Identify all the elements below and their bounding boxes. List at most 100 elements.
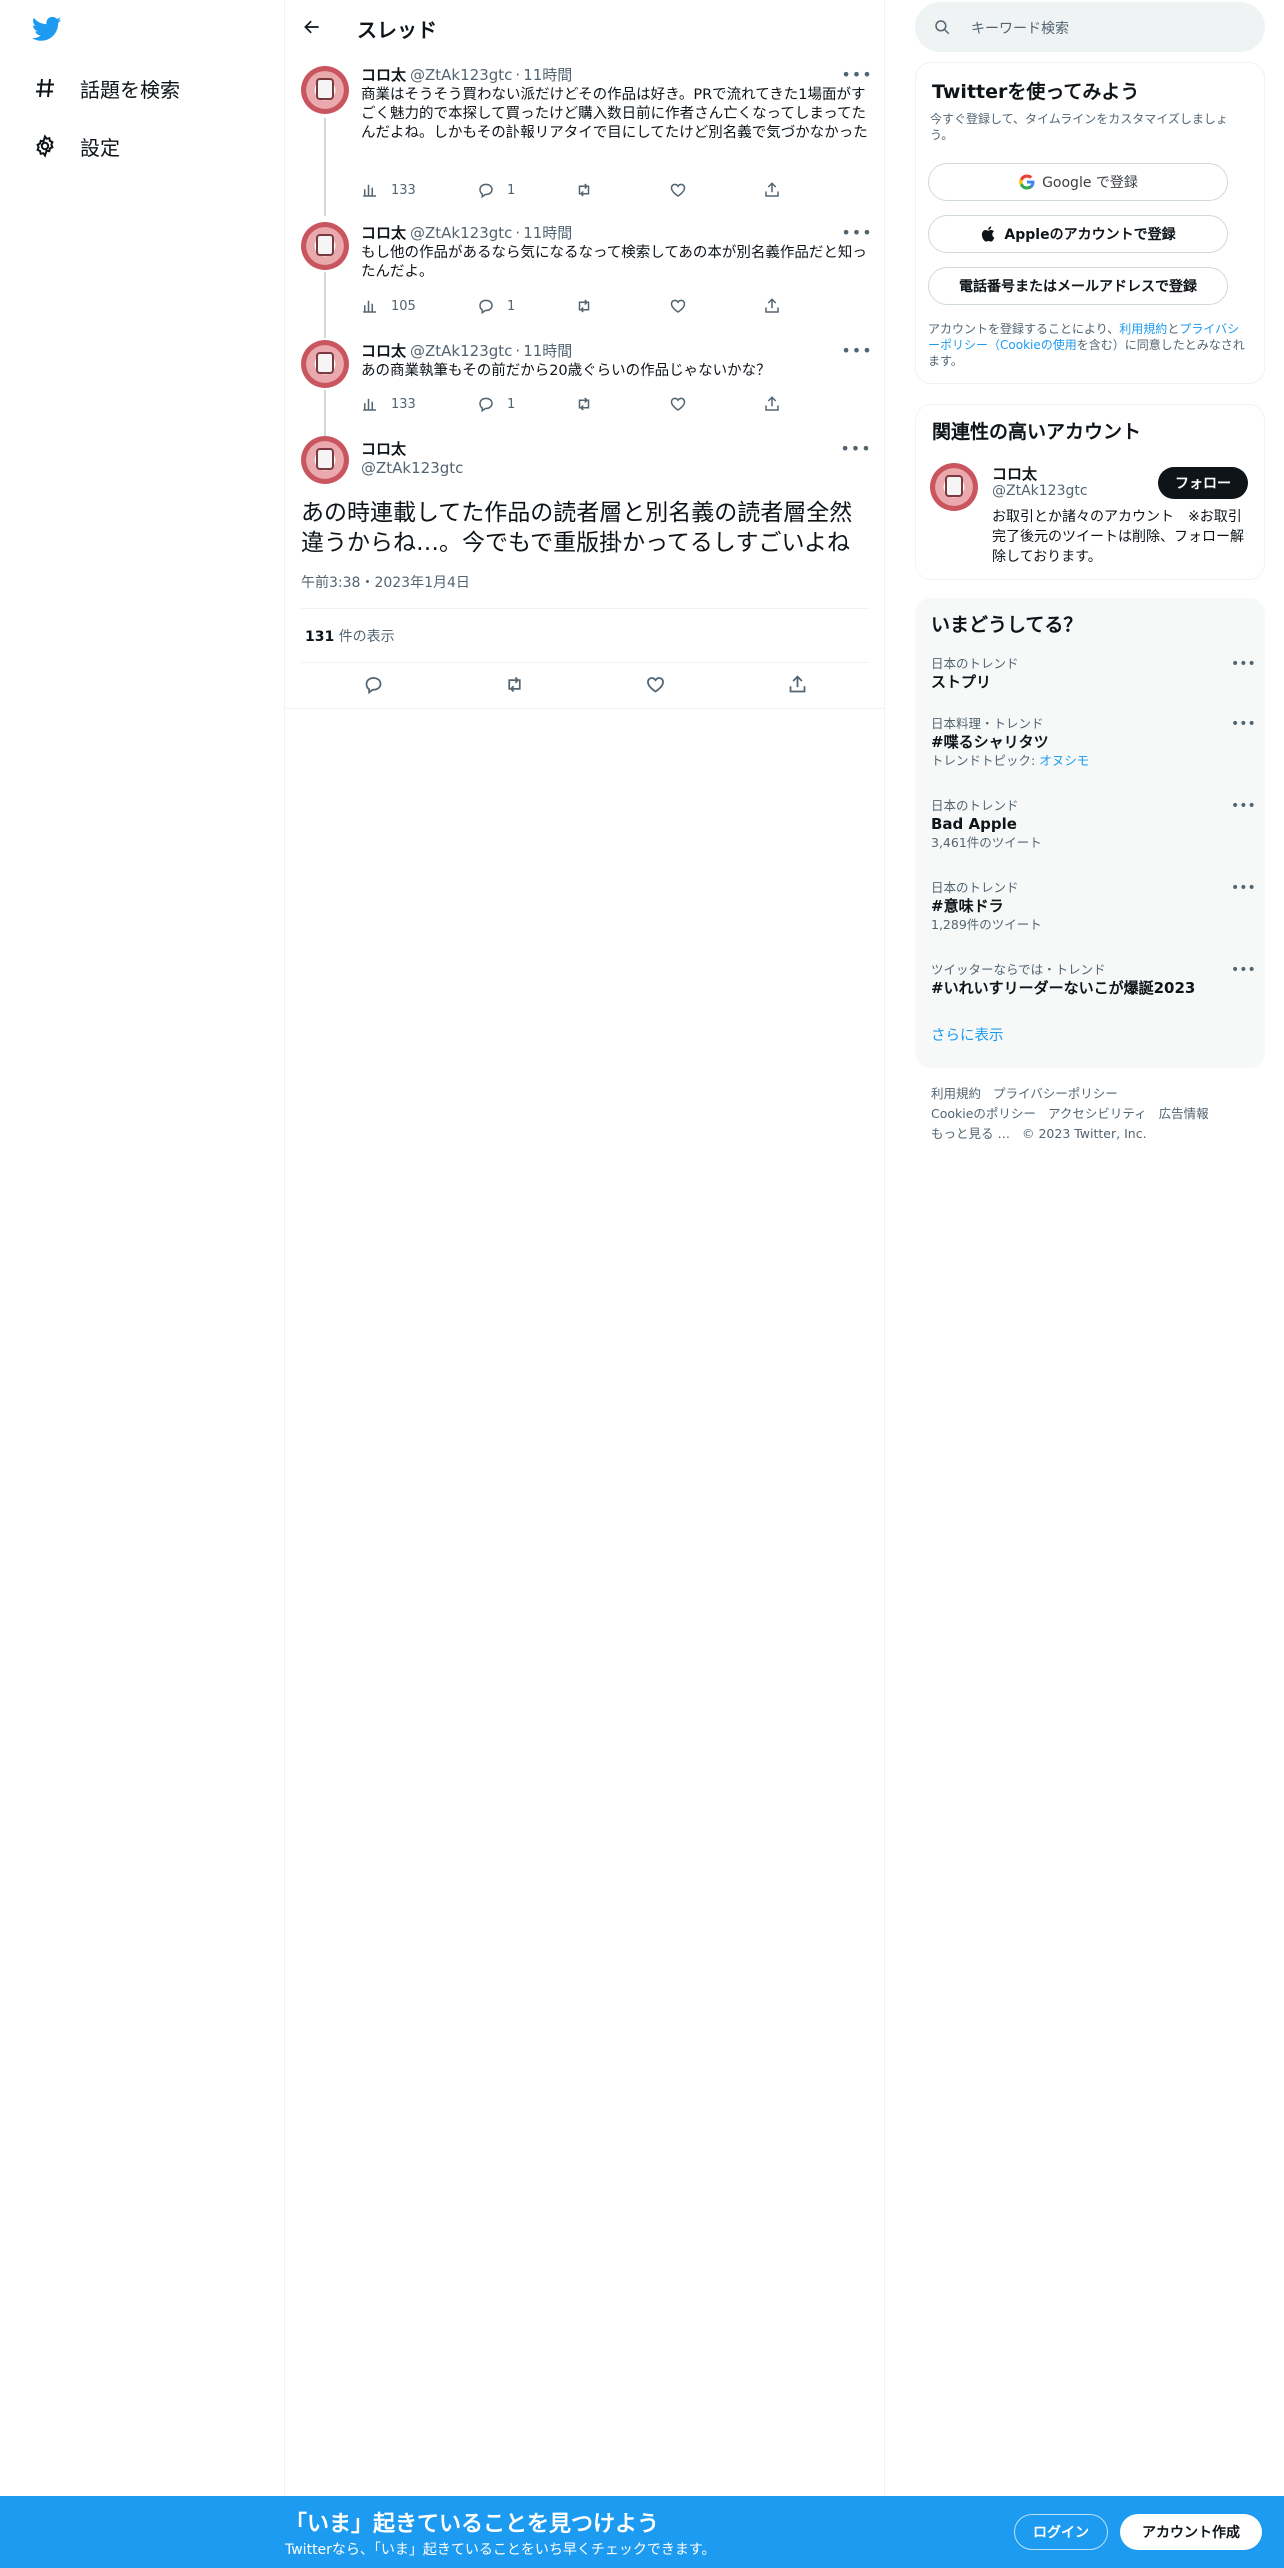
author-name[interactable]: コロ太 [361, 222, 406, 243]
nav-item-label: 設定 [80, 135, 120, 160]
trend-item[interactable]: 日本料理・トレンド #喋るシャリタツ トレンドトピック: オヌシモ ••• [931, 716, 1256, 770]
tweet-text: もし他の作品があるなら気になるなって検索してあの本が別名義作品だと知ったんだよ。 [361, 245, 867, 280]
share-icon[interactable] [785, 672, 809, 696]
trend-topic-prefix: トレンドトピック: [931, 753, 1040, 768]
related-name[interactable]: コロ太 [992, 463, 1037, 484]
footer-link[interactable]: 広告情報 [1159, 1106, 1209, 1121]
trend-topic-link[interactable]: オヌシモ [1039, 753, 1089, 768]
tweet-header: コロ太 @ZtAk123gtc · 11時間 [361, 340, 572, 361]
avatar[interactable] [301, 340, 349, 388]
trend-item[interactable]: 日本のトレンド #意味ドラ 1,289件のツイート ••• [931, 880, 1256, 934]
create-account-button[interactable]: アカウント作成 [1120, 2514, 1262, 2550]
reply-button[interactable]: 1 [477, 178, 515, 202]
search-icon [935, 20, 950, 35]
share-button[interactable] [763, 294, 781, 318]
back-arrow-icon[interactable] [297, 12, 327, 42]
more-options-icon[interactable]: ••• [1231, 716, 1256, 732]
like-button[interactable] [669, 294, 687, 318]
retweet-icon[interactable] [502, 672, 526, 696]
tweet-date[interactable]: 午前3:38・2023年1月4日 [301, 572, 470, 592]
more-options-icon[interactable]: ••• [841, 340, 871, 360]
terms-and: と [1167, 322, 1180, 336]
trend-item[interactable]: ツイッターならでは・トレンド #いれいすリーダーないこが爆誕2023 ••• [931, 962, 1256, 998]
author-name[interactable]: コロ太 [361, 438, 406, 459]
reply-button[interactable]: 1 [477, 294, 515, 318]
more-options-icon[interactable]: ••• [841, 222, 871, 242]
reply-count: 1 [507, 396, 516, 412]
avatar[interactable] [301, 222, 349, 270]
views-button[interactable]: 105 [361, 294, 416, 318]
like-button[interactable] [669, 392, 687, 416]
heart-icon[interactable] [643, 672, 667, 696]
show-more-link[interactable]: さらに表示 [931, 1024, 1004, 1045]
trend-name: ストプリ [931, 673, 992, 691]
search-input[interactable]: キーワード検索 [971, 18, 1069, 38]
nav-item-settings[interactable]: 設定 [30, 126, 120, 166]
retweet-button[interactable] [575, 178, 593, 202]
author-handle[interactable]: @ZtAk123gtc [410, 66, 512, 84]
login-button[interactable]: ログイン [1014, 2514, 1108, 2550]
trend-meta: ツイッターならでは・トレンド [931, 962, 1106, 977]
thread-tweet[interactable]: コロ太 @ZtAk123gtc · 11時間 ••• あの商業執筆もその前だから… [285, 338, 885, 428]
tweet-time[interactable]: 11時間 [523, 222, 572, 243]
heart-icon [670, 299, 686, 313]
thread-tweet[interactable]: コロ太 @ZtAk123gtc · 11時間 ••• 商業はそうそう買わない派だ… [285, 62, 885, 212]
google-signup-button[interactable]: Google で登録 [928, 163, 1228, 201]
trend-meta: 日本のトレンド [931, 798, 1019, 813]
tweet-text: あの商業執筆もその前だから20歳ぐらいの作品じゃないかな？ [361, 363, 771, 379]
avatar[interactable] [301, 436, 349, 484]
share-button[interactable] [763, 392, 781, 416]
follow-button[interactable]: フォロー [1158, 467, 1248, 499]
author-handle[interactable]: @ZtAk123gtc [361, 459, 463, 477]
gear-icon [30, 131, 60, 161]
views-button[interactable]: 133 [361, 178, 416, 202]
apple-signup-button[interactable]: Appleのアカウントで登録 [928, 215, 1228, 253]
twitter-bird-icon[interactable] [30, 14, 64, 44]
retweet-button[interactable] [575, 294, 593, 318]
trend-item[interactable]: 日本のトレンド ストプリ ••• [931, 656, 1256, 692]
analytics-icon [363, 398, 376, 411]
footer-link[interactable]: 利用規約 [931, 1086, 981, 1101]
avatar[interactable] [301, 66, 349, 114]
author-name[interactable]: コロ太 [361, 64, 406, 85]
more-options-icon[interactable]: ••• [840, 438, 870, 458]
phone-email-signup-button[interactable]: 電話番号またはメールアドレスで登録 [928, 267, 1228, 305]
author-name[interactable]: コロ太 [361, 340, 406, 361]
search-box[interactable]: キーワード検索 [915, 2, 1265, 52]
footer-link[interactable]: アクセシビリティ [1048, 1106, 1147, 1121]
more-options-icon[interactable]: ••• [1231, 656, 1256, 672]
trend-name: #喋るシャリタツ [931, 733, 1049, 751]
more-options-icon[interactable]: ••• [841, 64, 871, 84]
retweet-button[interactable] [575, 392, 593, 416]
footer-link[interactable]: Cookieのポリシー [931, 1106, 1036, 1121]
tweet-actions: 105 1 [361, 294, 791, 318]
separator-dot: · [515, 223, 521, 242]
more-options-icon[interactable]: ••• [1231, 962, 1256, 978]
related-handle[interactable]: @ZtAk123gtc [992, 483, 1088, 499]
more-options-icon[interactable]: ••• [1231, 798, 1256, 814]
more-options-icon[interactable]: ••• [1231, 880, 1256, 896]
reply-icon[interactable] [361, 672, 385, 696]
trend-item[interactable]: 日本のトレンド Bad Apple 3,461件のツイート ••• [931, 798, 1256, 852]
reply-button[interactable]: 1 [477, 392, 515, 416]
thread-tweet[interactable]: コロ太 @ZtAk123gtc · 11時間 ••• もし他の作品があるなら気に… [285, 220, 885, 330]
like-button[interactable] [669, 178, 687, 202]
tweet-actions: 133 1 [361, 392, 791, 416]
thread-header: スレッド [285, 0, 885, 54]
share-icon [765, 182, 779, 197]
author-handle[interactable]: @ZtAk123gtc [410, 342, 512, 360]
avatar[interactable] [930, 463, 978, 511]
tweet-time[interactable]: 11時間 [523, 64, 572, 85]
related-title: 関連性の高いアカウント [932, 421, 1142, 443]
share-button[interactable] [763, 178, 781, 202]
footer-more-link[interactable]: もっと見る … [931, 1126, 1010, 1141]
author-handle[interactable]: @ZtAk123gtc [410, 224, 512, 242]
nav-item-explore[interactable]: 話題を検索 [30, 68, 180, 108]
views-summary[interactable]: 131 件の表示 [305, 626, 395, 646]
tweet-time[interactable]: 11時間 [523, 340, 572, 361]
heart-icon [670, 183, 686, 197]
views-button[interactable]: 133 [361, 392, 416, 416]
views-label: 件の表示 [338, 629, 395, 645]
footer-link[interactable]: プライバシーポリシー [993, 1086, 1118, 1101]
terms-link[interactable]: 利用規約 [1119, 322, 1167, 336]
